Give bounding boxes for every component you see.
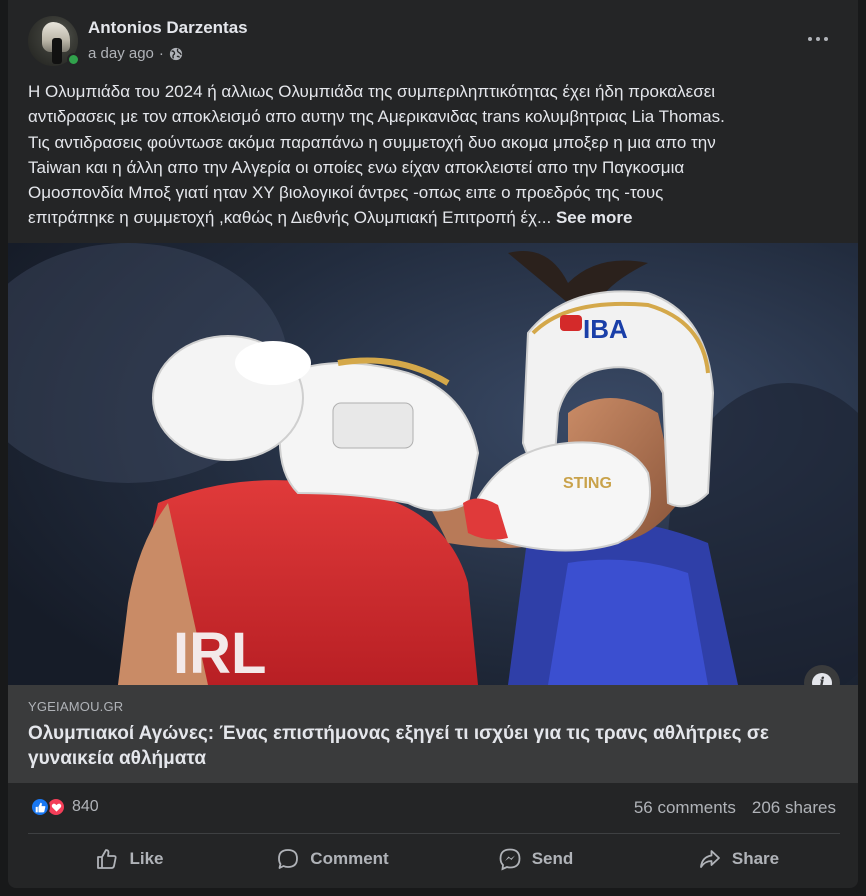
post-text-line: Taiwan και η άλλη απο την Αλγερία οι οπο… — [28, 157, 685, 177]
comment-button[interactable]: Comment — [231, 836, 434, 882]
post-text-line: Τις αντιδρασεις φούντωσε ακόμα παραπάνω … — [28, 132, 716, 152]
send-label: Send — [531, 849, 574, 868]
post-header: Antonios Darzentas a day ago · — [8, 0, 858, 72]
glove-brand-text: STING — [563, 475, 612, 492]
send-button[interactable]: Send — [434, 836, 637, 882]
see-more-link[interactable]: See more — [556, 208, 633, 227]
action-bar: Like Comment Send Share — [28, 836, 840, 882]
link-domain: YGEIAMOU.GR — [28, 699, 124, 714]
post-stats: 840 56 comments 206 shares — [8, 783, 858, 833]
like-button[interactable]: Like — [28, 836, 231, 882]
link-preview[interactable]: YGEIAMOU.GR Ολυμπιακοί Αγώνες: Ένας επισ… — [8, 685, 858, 783]
share-icon — [699, 850, 720, 868]
share-button[interactable]: Share — [637, 836, 840, 882]
comments-count[interactable]: 56 comments — [634, 798, 736, 818]
post-text: Η Ολυμπιάδα του 2024 ή αλλιως Ολυμπιάδα … — [28, 79, 840, 231]
post-text-line-end: επιτράπηκε η συμμετοχή ,καθώς η Διεθνής … — [28, 208, 552, 228]
dot-icon — [816, 37, 820, 41]
post-image[interactable]: IBA IRL STING — [8, 243, 858, 685]
comment-icon — [278, 849, 299, 869]
timestamp[interactable]: a day ago — [88, 45, 154, 62]
post-text-line: Η Ολυμπιάδα του 2024 ή αλλιως Ολυμπιάδα … — [28, 82, 716, 101]
like-reaction-icon — [30, 797, 50, 817]
jersey-text: IRL — [173, 621, 266, 685]
post-card: Antonios Darzentas a day ago · Η Ολυμπιά… — [8, 0, 858, 888]
post-text-line: Ομοσπονδία Μποξ γιατί ηταν XY βιολογικοί… — [28, 183, 664, 203]
post-text-line: αντιδρασεις με τον αποκλεισμό απο αυτην … — [28, 107, 725, 127]
like-label: Like — [129, 849, 164, 868]
divider — [28, 833, 840, 834]
thumbs-up-icon — [97, 849, 118, 869]
boxing-photo: IBA IRL STING — [8, 243, 858, 685]
more-options-button[interactable] — [800, 26, 836, 52]
post-text-line: επιτράπηκε η συμμετοχή ,καθώς η Διεθνής … — [28, 205, 840, 230]
shares-count[interactable]: 206 shares — [752, 798, 836, 818]
dot-icon — [824, 37, 828, 41]
reaction-count: 840 — [72, 798, 99, 815]
author-name[interactable]: Antonios Darzentas — [88, 18, 248, 38]
post-meta: a day ago · — [88, 45, 183, 62]
share-label: Share — [731, 849, 780, 868]
messenger-icon — [499, 848, 521, 871]
meta-separator: · — [158, 45, 164, 62]
globe-icon[interactable] — [169, 47, 183, 61]
comment-label: Comment — [310, 849, 389, 868]
online-status-icon — [67, 53, 80, 66]
engagement-counts: 56 comments 206 shares — [634, 798, 836, 818]
reactions-summary[interactable]: 840 — [30, 797, 99, 817]
helmet-brand-text: IBA — [583, 314, 628, 344]
dot-icon — [808, 37, 812, 41]
link-title[interactable]: Ολυμπιακοί Αγώνες: Ένας επιστήμονας εξηγ… — [28, 721, 828, 771]
